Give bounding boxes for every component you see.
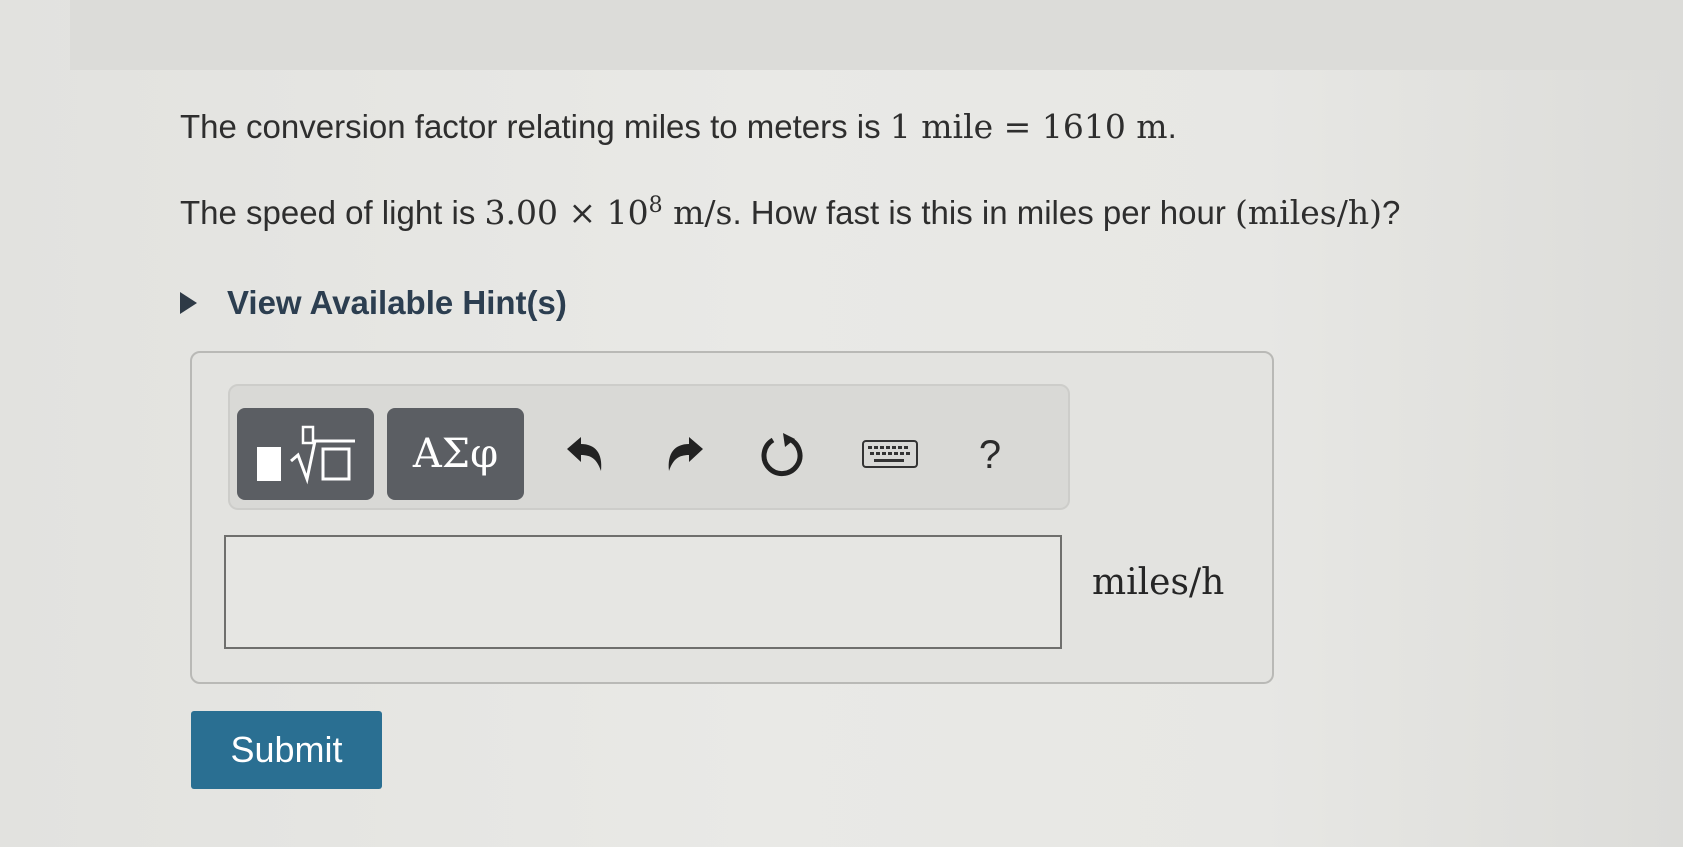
redo-button[interactable]: [655, 420, 715, 490]
redo-icon: [668, 437, 703, 471]
reset-icon: [761, 433, 803, 477]
math-base: 3.00 × 10: [484, 193, 649, 232]
keyboard-icon: [862, 440, 918, 468]
math-expression: (miles/h): [1234, 193, 1382, 232]
symbols-label: ΑΣφ: [412, 431, 499, 477]
question-text: .: [1167, 108, 1177, 145]
question-line-1: The conversion factor relating miles to …: [180, 107, 1177, 146]
keyboard-button[interactable]: [855, 420, 925, 490]
header-band: [70, 0, 1683, 70]
undo-button[interactable]: [555, 420, 615, 490]
math-exponent: 8: [648, 193, 663, 218]
question-line-2: The speed of light is 3.00 × 108 m/s. Ho…: [180, 193, 1400, 232]
math-unit: m/s: [662, 193, 733, 232]
hint-label: View Available Hint(s): [227, 284, 567, 321]
unit-label: miles/h: [1092, 562, 1225, 603]
submit-button[interactable]: Submit: [191, 711, 382, 789]
help-label: ?: [978, 432, 1002, 477]
reset-button[interactable]: [753, 420, 813, 490]
view-hints-toggle[interactable]: View Available Hint(s): [180, 284, 567, 322]
templates-icon: [256, 425, 355, 485]
math-expression: 3.00 × 108 m/s: [485, 193, 733, 232]
help-button[interactable]: ?: [965, 420, 1015, 490]
undo-icon: [567, 437, 602, 471]
greek-symbols-button[interactable]: ΑΣφ: [387, 408, 524, 500]
question-text: The speed of light is: [180, 194, 485, 231]
question-text: ?: [1381, 194, 1401, 231]
question-text: The conversion factor relating miles to …: [180, 108, 890, 145]
caret-right-icon: [180, 292, 197, 314]
templates-button[interactable]: [237, 408, 374, 500]
question-text: . How fast is this in miles per hour: [732, 194, 1235, 231]
answer-input[interactable]: [224, 535, 1062, 649]
math-expression: 1 mile = 1610 m: [889, 107, 1168, 146]
